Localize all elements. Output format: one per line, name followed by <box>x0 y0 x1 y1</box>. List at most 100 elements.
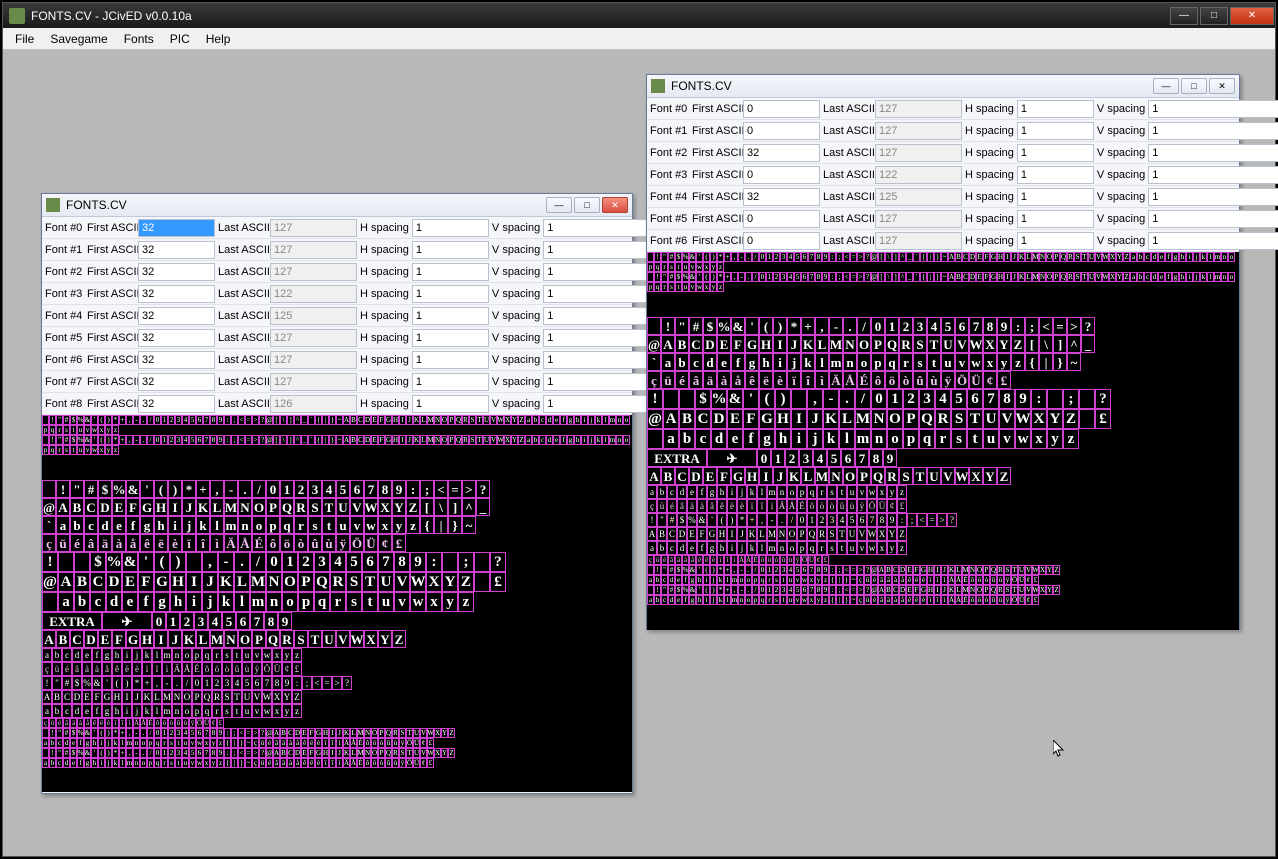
glyph-cell[interactable]: k <box>142 648 152 662</box>
glyph-cell[interactable]: ä <box>70 718 77 728</box>
h-spacing-input[interactable] <box>412 219 489 237</box>
glyph-cell[interactable]: _ <box>906 252 913 262</box>
glyph-cell[interactable]: c <box>84 516 98 534</box>
glyph-cell[interactable]: u <box>983 429 999 449</box>
glyph-cell[interactable]: x <box>1031 429 1047 449</box>
glyph-cell[interactable]: * <box>717 565 724 575</box>
glyph-cell[interactable]: O <box>976 565 983 575</box>
glyph-cell[interactable]: ) <box>168 480 182 498</box>
glyph-cell[interactable]: U <box>336 498 350 516</box>
glyph-cell[interactable]: & <box>84 728 91 738</box>
glyph-cell[interactable]: ö <box>161 718 168 728</box>
glyph-cell[interactable]: q <box>919 429 935 449</box>
glyph-cell[interactable]: v <box>955 353 969 371</box>
glyph-cell[interactable]: s <box>913 353 927 371</box>
glyph-cell[interactable]: x <box>703 282 710 292</box>
glyph-cell[interactable]: E <box>98 630 112 648</box>
glyph-cell[interactable]: N <box>364 748 371 758</box>
glyph-cell[interactable]: ô <box>759 555 766 565</box>
glyph-cell[interactable]: ' <box>696 585 703 595</box>
glyph-cell[interactable]: . <box>140 748 147 758</box>
glyph-cell[interactable]: ä <box>885 595 892 605</box>
internal-close-button[interactable]: ✕ <box>1209 78 1235 94</box>
glyph-cell[interactable]: > <box>857 252 864 262</box>
glyph-cell[interactable]: t <box>927 353 941 371</box>
glyph-cell[interactable]: E <box>371 415 378 425</box>
glyph-cell[interactable]: 7 <box>203 415 210 425</box>
close-button[interactable]: ✕ <box>1230 7 1274 25</box>
glyph-cell[interactable]: z <box>1011 353 1025 371</box>
glyph-cell[interactable]: c <box>661 575 668 585</box>
glyph-cell[interactable]: 8 <box>815 565 822 575</box>
glyph-cell[interactable]: C <box>962 272 969 282</box>
glyph-cell[interactable]: d <box>677 485 687 499</box>
glyph-cell[interactable]: 6 <box>967 389 983 409</box>
glyph-cell[interactable]: & <box>689 252 696 262</box>
glyph-cell[interactable]: J <box>406 435 413 445</box>
glyph-cell[interactable]: $ <box>90 552 106 572</box>
glyph-cell[interactable]: 5 <box>222 612 236 630</box>
glyph-cell[interactable]: l <box>234 592 250 612</box>
glyph-cell[interactable]: 8 <box>999 389 1015 409</box>
glyph-cell[interactable]: 7 <box>378 552 394 572</box>
glyph-cell[interactable]: = <box>322 676 332 690</box>
glyph-cell[interactable]: > <box>857 565 864 575</box>
glyph-cell[interactable]: E <box>82 690 92 704</box>
glyph-cell[interactable]: ! <box>647 389 663 409</box>
glyph-cell[interactable]: z <box>1063 429 1079 449</box>
glyph-cell[interactable]: @ <box>871 252 878 262</box>
glyph-cell[interactable]: m <box>162 648 172 662</box>
glyph-cell[interactable]: 3 <box>919 389 935 409</box>
glyph-cell[interactable]: s <box>773 575 780 585</box>
glyph-cell[interactable]: C <box>287 728 294 738</box>
internal-window-left[interactable]: FONTS.CV — □ ✕ Font #0First ASCIILast AS… <box>41 193 633 794</box>
glyph-cell[interactable]: { <box>420 516 434 534</box>
glyph-cell[interactable]: # <box>63 748 70 758</box>
glyph-cell[interactable]: t <box>232 704 242 718</box>
glyph-cell[interactable]: * <box>717 252 724 262</box>
glyph-cell[interactable]: å <box>294 738 301 748</box>
glyph-cell[interactable]: Ä <box>829 371 843 389</box>
glyph-cell[interactable]: / <box>250 552 266 572</box>
glyph-cell[interactable]: W <box>497 415 504 425</box>
glyph-cell[interactable]: w <box>867 541 877 555</box>
glyph-cell[interactable]: y <box>105 445 112 455</box>
glyph-cell[interactable]: w <box>91 445 98 455</box>
glyph-cell[interactable] <box>647 565 654 575</box>
glyph-cell[interactable]: z <box>112 425 119 435</box>
glyph-cell[interactable]: E <box>687 527 697 541</box>
glyph-cell[interactable]: R <box>899 335 913 353</box>
glyph-cell[interactable]: 1 <box>161 748 168 758</box>
glyph-cell[interactable]: W <box>955 467 969 485</box>
glyph-cell[interactable]: X <box>1031 409 1047 429</box>
glyph-cell[interactable]: S <box>913 335 927 353</box>
glyph-cell[interactable]: ? <box>1095 389 1111 409</box>
glyph-cell[interactable]: D <box>899 585 906 595</box>
glyph-cell[interactable]: ) <box>170 552 186 572</box>
glyph-cell[interactable]: b <box>52 704 62 718</box>
glyph-cell[interactable]: Ä <box>172 662 182 676</box>
glyph-cell[interactable]: ] <box>287 415 294 425</box>
glyph-cell[interactable]: E <box>906 585 913 595</box>
glyph-cell[interactable]: y <box>815 575 822 585</box>
glyph-cell[interactable]: 4 <box>182 748 189 758</box>
glyph-cell[interactable]: ì <box>815 371 829 389</box>
glyph-cell[interactable]: M <box>767 527 777 541</box>
glyph-cell[interactable]: @ <box>42 498 56 516</box>
glyph-cell[interactable]: n <box>738 575 745 585</box>
glyph-cell[interactable]: 6 <box>236 612 250 630</box>
glyph-cell[interactable]: C <box>70 630 84 648</box>
glyph-cell[interactable]: u <box>378 592 394 612</box>
glyph-cell[interactable]: S <box>469 415 476 425</box>
glyph-cell[interactable]: \ <box>885 272 892 282</box>
first-ascii-input[interactable] <box>138 307 215 325</box>
glyph-cell[interactable]: L <box>420 435 427 445</box>
glyph-cell[interactable]: W <box>410 572 426 592</box>
glyph-cell[interactable]: Z <box>448 728 455 738</box>
glyph-cell[interactable]: B <box>52 690 62 704</box>
glyph-cell[interactable]: B <box>675 335 689 353</box>
glyph-cell[interactable]: \ <box>1039 335 1053 353</box>
glyph-cell[interactable]: h <box>696 575 703 585</box>
glyph-cell[interactable]: ü <box>864 595 871 605</box>
last-ascii-input[interactable] <box>270 373 357 391</box>
